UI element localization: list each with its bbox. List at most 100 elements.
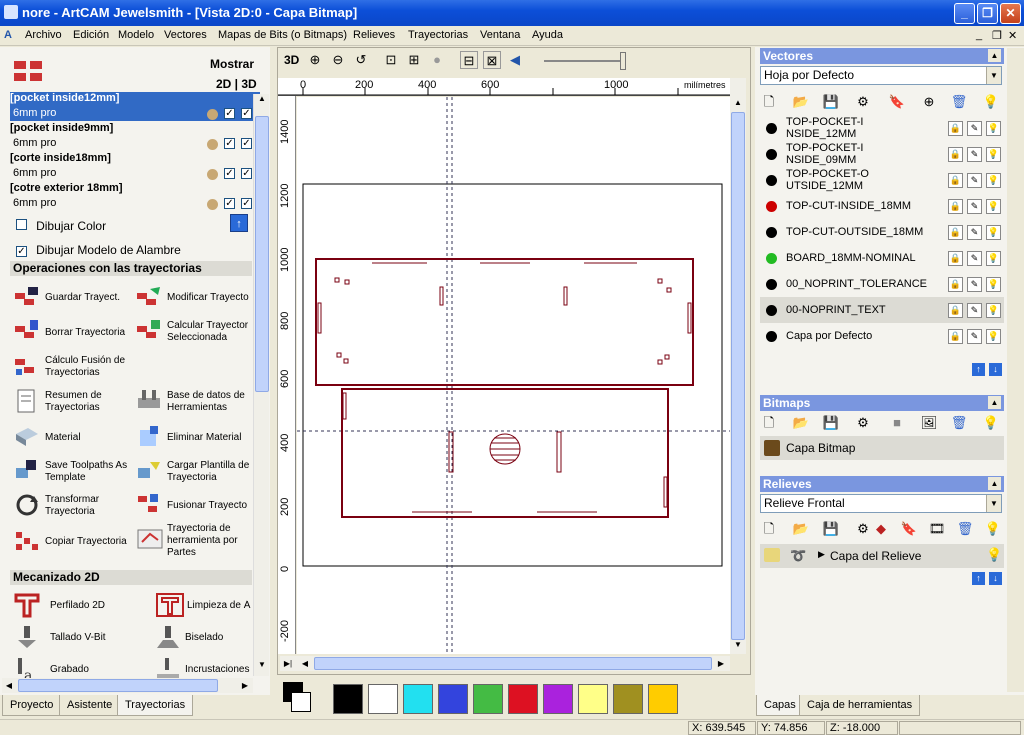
layer-color-dot[interactable] — [766, 227, 777, 238]
copy-toolpath-icon[interactable] — [14, 528, 40, 554]
edit-pen-icon[interactable]: ✎ — [967, 147, 982, 162]
edit-pen-icon[interactable]: ✎ — [967, 277, 982, 292]
layer-settings-icon[interactable]: ⚙ — [854, 93, 872, 111]
lightbulb-icon[interactable]: 💡 — [984, 520, 1002, 538]
open-icon[interactable]: 📂 — [792, 520, 810, 538]
op-save-template-label[interactable]: Save Toolpaths As Template — [45, 460, 127, 484]
snap-object-icon[interactable]: ⊠ — [483, 51, 501, 69]
menu-trayectorias[interactable]: Trayectorias — [408, 29, 468, 41]
palette-swatch[interactable] — [578, 684, 608, 714]
left-vscrollbar[interactable]: ▲ ▼ — [253, 94, 269, 676]
relief-layer-row[interactable]: ➰ ▶ Capa del Relieve 💡 — [760, 544, 1004, 568]
mec-grabado-label[interactable]: Grabado — [50, 664, 89, 676]
relief-mode-icon[interactable]: ➰ — [790, 548, 806, 564]
lightbulb-icon[interactable]: 💡 — [982, 93, 1000, 111]
toolpath-tool-1[interactable]: 6mm pro — [10, 137, 260, 151]
layer-down-button[interactable]: ↓ — [989, 363, 1002, 376]
canvas-hscroll-thumb[interactable] — [314, 657, 712, 670]
toolpath-visible-checkbox[interactable]: ✓ — [224, 138, 235, 149]
snap-grid-icon[interactable]: ⊟ — [460, 51, 478, 69]
load-template-icon[interactable] — [136, 458, 162, 484]
menu-edicion[interactable]: Edición — [73, 29, 109, 41]
op-calcular-label[interactable]: Calcular Trayector Seleccionada — [167, 320, 248, 344]
collapse-button[interactable]: ▲ — [988, 49, 1001, 62]
layer-color-dot[interactable] — [766, 175, 777, 186]
relief-up-button[interactable]: ↑ — [972, 572, 985, 585]
mec-limpieza-label[interactable]: Limpieza de Á — [187, 600, 253, 612]
menu-vectores[interactable]: Vectores — [164, 29, 207, 41]
calculate-toolpath-icon[interactable] — [136, 318, 162, 344]
dibujar-modelo-checkbox[interactable]: ✓ — [16, 246, 27, 257]
op-resumen-label[interactable]: Resumen de Trayectorias — [45, 390, 102, 414]
edit-pen-icon[interactable]: ✎ — [967, 303, 982, 318]
toolpath-visible-checkbox[interactable]: ✓ — [224, 108, 235, 119]
relief-film-icon[interactable]: 🎞 — [928, 520, 946, 538]
canvas-vscrollbar[interactable]: ▲ ▼ — [730, 78, 746, 654]
toolpath-header-0[interactable]: [pocket inside12mm] — [10, 92, 260, 107]
op-base-datos-label[interactable]: Base de datos de Herramientas — [167, 390, 245, 414]
menu-relieves[interactable]: Relieves — [353, 29, 395, 41]
op-transformar-label[interactable]: Transformar Trayectoria — [45, 494, 99, 518]
layer-color-dot[interactable] — [766, 253, 777, 264]
vector-layer-row[interactable]: BOARD_18MM-NOMINAL 🔒 ✎ 💡 — [760, 245, 1004, 271]
layer-color-dot[interactable] — [766, 149, 777, 160]
delete-icon[interactable]: 🗑 — [956, 520, 974, 538]
lightbulb-icon[interactable]: 💡 — [986, 329, 1001, 344]
lightbulb-icon[interactable]: 💡 — [986, 225, 1001, 240]
save-icon[interactable]: 💾 — [822, 520, 840, 538]
relief-down-button[interactable]: ↓ — [989, 572, 1002, 585]
relief-combine-icon[interactable]: ◆ — [872, 520, 890, 538]
op-partes-label[interactable]: Trayectoria de herramienta por Partes — [167, 523, 238, 559]
zoom-box-icon[interactable]: ⊞ — [405, 51, 423, 69]
mdi-close-button[interactable]: ✕ — [1008, 29, 1017, 42]
tab-caja-herramientas[interactable]: Caja de herramientas — [799, 695, 921, 716]
layer-color-dot[interactable] — [766, 279, 777, 290]
new-layer-icon[interactable]: 🗋 — [760, 414, 778, 432]
op-modificar-label[interactable]: Modificar Trayecto — [167, 292, 249, 304]
lock-icon[interactable]: 🔒 — [948, 329, 963, 344]
lightbulb-icon[interactable]: 💡 — [986, 251, 1001, 266]
drawing-canvas[interactable] — [297, 97, 730, 654]
open-icon[interactable]: 📂 — [792, 93, 810, 111]
scroll-down-arrow[interactable]: ▼ — [731, 640, 745, 652]
collapse-button[interactable]: ▲ — [988, 396, 1001, 409]
palette-swatch[interactable] — [543, 684, 573, 714]
arrow-tool-icon[interactable]: ◀ — [506, 51, 524, 69]
profile-2d-icon[interactable] — [14, 592, 40, 618]
area-clearance-icon[interactable] — [155, 592, 185, 618]
vector-layer-row[interactable]: 00-NOPRINT_TEXT 🔒 ✎ 💡 — [760, 297, 1004, 323]
scroll-left-arrow[interactable]: ◀ — [2, 678, 16, 693]
chevron-down-icon[interactable]: ▼ — [986, 495, 1001, 512]
new-layer-icon[interactable]: 🗋 — [760, 93, 778, 111]
mec-perfilado-label[interactable]: Perfilado 2D — [50, 600, 105, 612]
slider-track[interactable] — [544, 60, 624, 62]
scroll-up-arrow[interactable]: ▲ — [731, 98, 745, 110]
lightbulb-icon[interactable]: 💡 — [986, 147, 1001, 162]
zoom-previous-icon[interactable]: ↺ — [352, 51, 370, 69]
lock-icon[interactable]: 🔒 — [948, 199, 963, 214]
edit-pen-icon[interactable]: ✎ — [967, 173, 982, 188]
layer-color-dot[interactable] — [766, 331, 777, 342]
bevel-icon[interactable] — [155, 624, 181, 650]
delete-icon[interactable]: 🗑 — [950, 93, 968, 111]
mec-vbit-label[interactable]: Tallado V-Bit — [50, 632, 106, 644]
lock-icon[interactable]: 🔒 — [948, 147, 963, 162]
toolpath-3d-checkbox[interactable]: ✓ — [241, 138, 252, 149]
mdi-minimize-button[interactable]: _ — [976, 29, 982, 41]
layer-color-dot[interactable] — [766, 123, 777, 134]
menu-archivo[interactable]: Archivo — [25, 29, 62, 41]
maximize-button[interactable]: ❐ — [977, 3, 998, 24]
vector-layer-row[interactable]: TOP-POCKET-INSIDE_12MM 🔒 ✎ 💡 — [760, 115, 1004, 141]
mec-incrustaciones-label[interactable]: Incrustaciones — [185, 664, 253, 676]
chevron-down-icon[interactable]: ▼ — [986, 67, 1001, 84]
toolpath-tool-0[interactable]: 6mm pro — [10, 107, 260, 121]
move-up-button[interactable]: ↑ — [230, 214, 248, 232]
relief-attach-icon[interactable]: 🔖 — [900, 520, 918, 538]
op-material-label[interactable]: Material — [45, 432, 81, 444]
edit-pen-icon[interactable]: ✎ — [967, 251, 982, 266]
lightbulb-icon[interactable]: 💡 — [982, 414, 1000, 432]
merge-toolpath-icon[interactable] — [136, 492, 162, 518]
scroll-right-arrow[interactable]: ▶ — [714, 656, 728, 671]
palette-swatch[interactable] — [333, 684, 363, 714]
op-borrar-label[interactable]: Borrar Trayectoria — [45, 327, 125, 339]
